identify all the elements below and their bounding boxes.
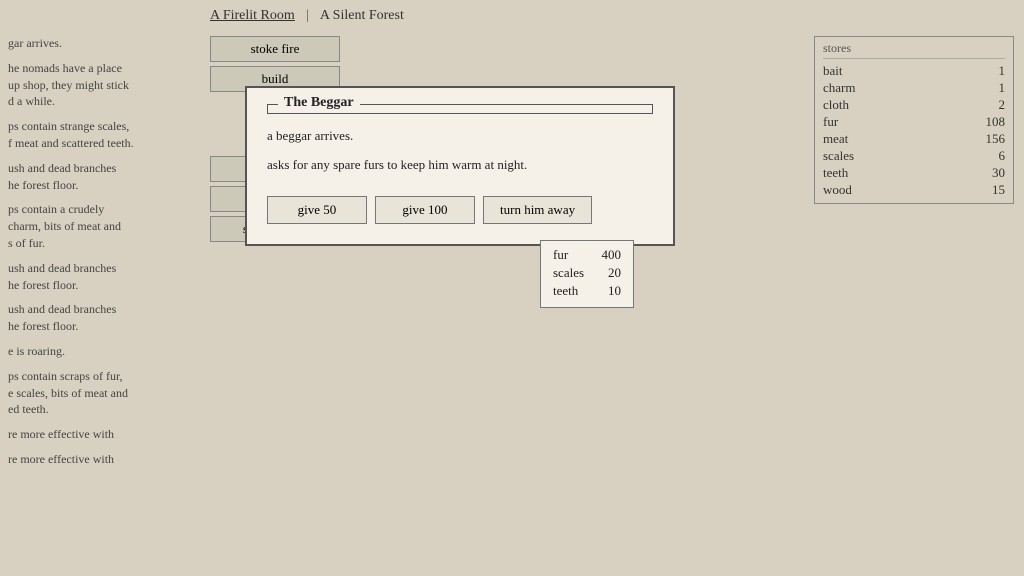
- beggar-modal: The Beggar a beggar arrives. asks for an…: [245, 86, 675, 246]
- give-100-button[interactable]: give 100: [375, 196, 475, 224]
- cost-item-name: scales: [553, 265, 584, 281]
- give-50-button[interactable]: give 50: [267, 196, 367, 224]
- cost-tooltip: fur 400 scales 20 teeth 10: [540, 240, 634, 308]
- cost-row-teeth: teeth 10: [553, 283, 621, 299]
- turn-away-button[interactable]: turn him away: [483, 196, 592, 224]
- modal-body: a beggar arrives. asks for any spare fur…: [267, 126, 653, 176]
- modal-line-1: a beggar arrives.: [267, 126, 653, 147]
- cost-row-scales: scales 20: [553, 265, 621, 281]
- modal-title-bar: The Beggar: [267, 104, 653, 114]
- modal-title: The Beggar: [278, 95, 360, 111]
- cost-row-fur: fur 400: [553, 247, 621, 263]
- cost-item-name: teeth: [553, 283, 578, 299]
- cost-item-value: 10: [608, 283, 621, 299]
- cost-item-name: fur: [553, 247, 568, 263]
- modal-buttons: give 50 give 100 turn him away: [267, 196, 653, 224]
- modal-line-2: asks for any spare furs to keep him warm…: [267, 155, 653, 176]
- cost-item-value: 20: [608, 265, 621, 281]
- cost-item-value: 400: [602, 247, 622, 263]
